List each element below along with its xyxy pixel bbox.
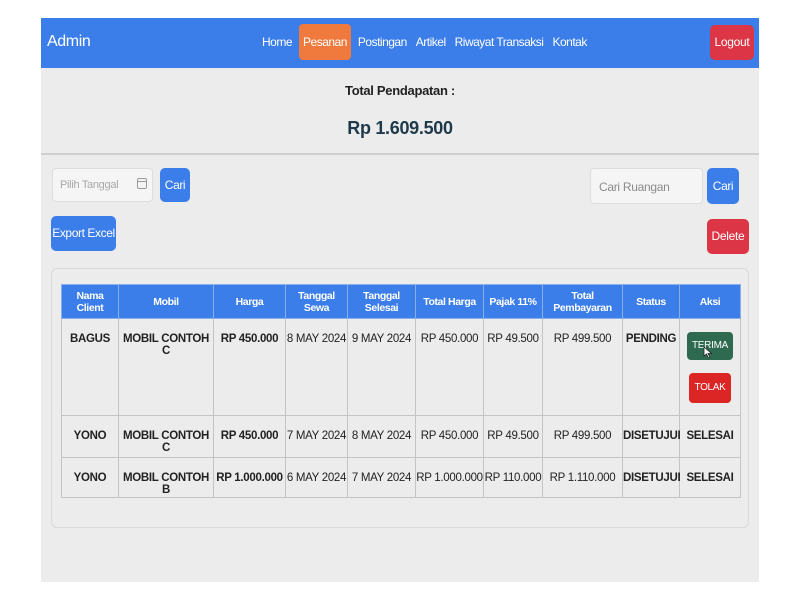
cell-end-date: 7 MAY 2024 xyxy=(347,457,416,498)
nav-links: Home Pesanan Postingan Artikel Riwayat T… xyxy=(260,23,589,61)
cell-payment: RP 1.110.000 xyxy=(542,457,623,498)
cell-total: RP 450.000 xyxy=(415,318,484,416)
top-navbar: Admin Home Pesanan Postingan Artikel Riw… xyxy=(41,18,759,68)
nav-kontak[interactable]: Kontak xyxy=(550,24,588,60)
date-search-button[interactable]: Cari xyxy=(160,168,190,202)
header-pajak[interactable]: Pajak 11% xyxy=(483,284,543,319)
cell-car: MOBIL CONTOH C xyxy=(118,415,214,458)
cell-payment: RP 499.500 xyxy=(542,318,623,416)
finish-link[interactable]: SELESAI xyxy=(679,457,741,498)
table-header-row: Nama Client Mobil Harga Tanggal Sewa Tan… xyxy=(61,284,741,319)
admin-app: Admin Home Pesanan Postingan Artikel Riw… xyxy=(41,18,759,582)
cell-end-date: 8 MAY 2024 xyxy=(347,415,416,458)
reject-button[interactable]: TOLAK xyxy=(689,373,731,403)
mouse-cursor-icon xyxy=(703,346,713,359)
cell-start-date: 7 MAY 2024 xyxy=(285,415,348,458)
table-row: YONO MOBIL CONTOH C RP 450.000 7 MAY 202… xyxy=(61,415,741,458)
date-picker-input[interactable]: Pilih Tanggal xyxy=(52,168,153,202)
cell-tax: RP 49.500 xyxy=(483,415,543,458)
cell-start-date: 8 MAY 2024 xyxy=(285,318,348,416)
cell-start-date: 6 MAY 2024 xyxy=(285,457,348,498)
cell-client: YONO xyxy=(61,415,119,458)
room-search-button[interactable]: Cari xyxy=(707,168,739,204)
finish-link[interactable]: SELESAI xyxy=(679,415,741,458)
cell-end-date: 9 MAY 2024 xyxy=(347,318,416,416)
cell-tax: RP 110.000 xyxy=(483,457,543,498)
nav-postingan[interactable]: Postingan xyxy=(356,24,409,60)
cell-total: RP 1.000.000 xyxy=(415,457,484,498)
brand-logo[interactable]: Admin xyxy=(47,33,91,51)
cell-actions: TERIMA TOLAK xyxy=(679,318,741,416)
revenue-summary: Total Pendapatan : Rp 1.609.500 xyxy=(41,68,759,155)
table-row: YONO MOBIL CONTOH B RP 1.000.000 6 MAY 2… xyxy=(61,457,741,498)
header-mobil[interactable]: Mobil xyxy=(118,284,214,319)
header-harga[interactable]: Harga xyxy=(213,284,286,319)
cell-price: RP 450.000 xyxy=(213,415,286,458)
orders-table: Nama Client Mobil Harga Tanggal Sewa Tan… xyxy=(61,284,741,498)
cell-client: BAGUS xyxy=(61,318,119,416)
header-status[interactable]: Status xyxy=(622,284,680,319)
header-aksi: Aksi xyxy=(679,284,741,319)
header-total-harga[interactable]: Total Harga xyxy=(415,284,484,319)
calendar-icon[interactable] xyxy=(137,178,147,189)
cell-status-approved: DISETUJUI xyxy=(622,415,681,458)
export-excel-button[interactable]: Export Excel xyxy=(51,216,116,251)
delete-button[interactable]: Delete xyxy=(707,219,749,254)
header-tanggal-selesai[interactable]: Tanggal Selesai xyxy=(347,284,416,319)
cell-price: RP 1.000.000 xyxy=(213,457,286,498)
header-nama-client[interactable]: Nama Client xyxy=(61,284,119,319)
cell-status-pending: PENDING xyxy=(622,318,680,416)
nav-home[interactable]: Home xyxy=(260,24,294,60)
table-row: BAGUS MOBIL CONTOH C RP 450.000 8 MAY 20… xyxy=(61,318,741,416)
revenue-amount: Rp 1.609.500 xyxy=(347,118,453,138)
logout-button[interactable]: Logout xyxy=(710,25,754,60)
room-search-placeholder: Cari Ruangan xyxy=(599,180,670,194)
nav-artikel[interactable]: Artikel xyxy=(414,24,448,60)
cell-tax: RP 49.500 xyxy=(483,318,543,416)
cell-payment: RP 499.500 xyxy=(542,415,623,458)
cell-car: MOBIL CONTOH C xyxy=(118,318,214,416)
cell-car: MOBIL CONTOH B xyxy=(118,457,214,498)
cell-client: YONO xyxy=(61,457,119,498)
cell-price: RP 450.000 xyxy=(213,318,286,416)
header-total-pembayaran[interactable]: Total Pembayaran xyxy=(542,284,623,319)
revenue-label: Total Pendapatan : xyxy=(345,83,455,98)
nav-riwayat-transaksi[interactable]: Riwayat Transaksi xyxy=(453,24,546,60)
header-tanggal-sewa[interactable]: Tanggal Sewa xyxy=(285,284,348,319)
nav-pesanan[interactable]: Pesanan xyxy=(299,24,351,60)
room-search-input[interactable]: Cari Ruangan xyxy=(590,168,703,204)
cell-total: RP 450.000 xyxy=(415,415,484,458)
cell-status-approved: DISETUJUI xyxy=(622,457,681,498)
date-placeholder: Pilih Tanggal xyxy=(60,179,119,191)
